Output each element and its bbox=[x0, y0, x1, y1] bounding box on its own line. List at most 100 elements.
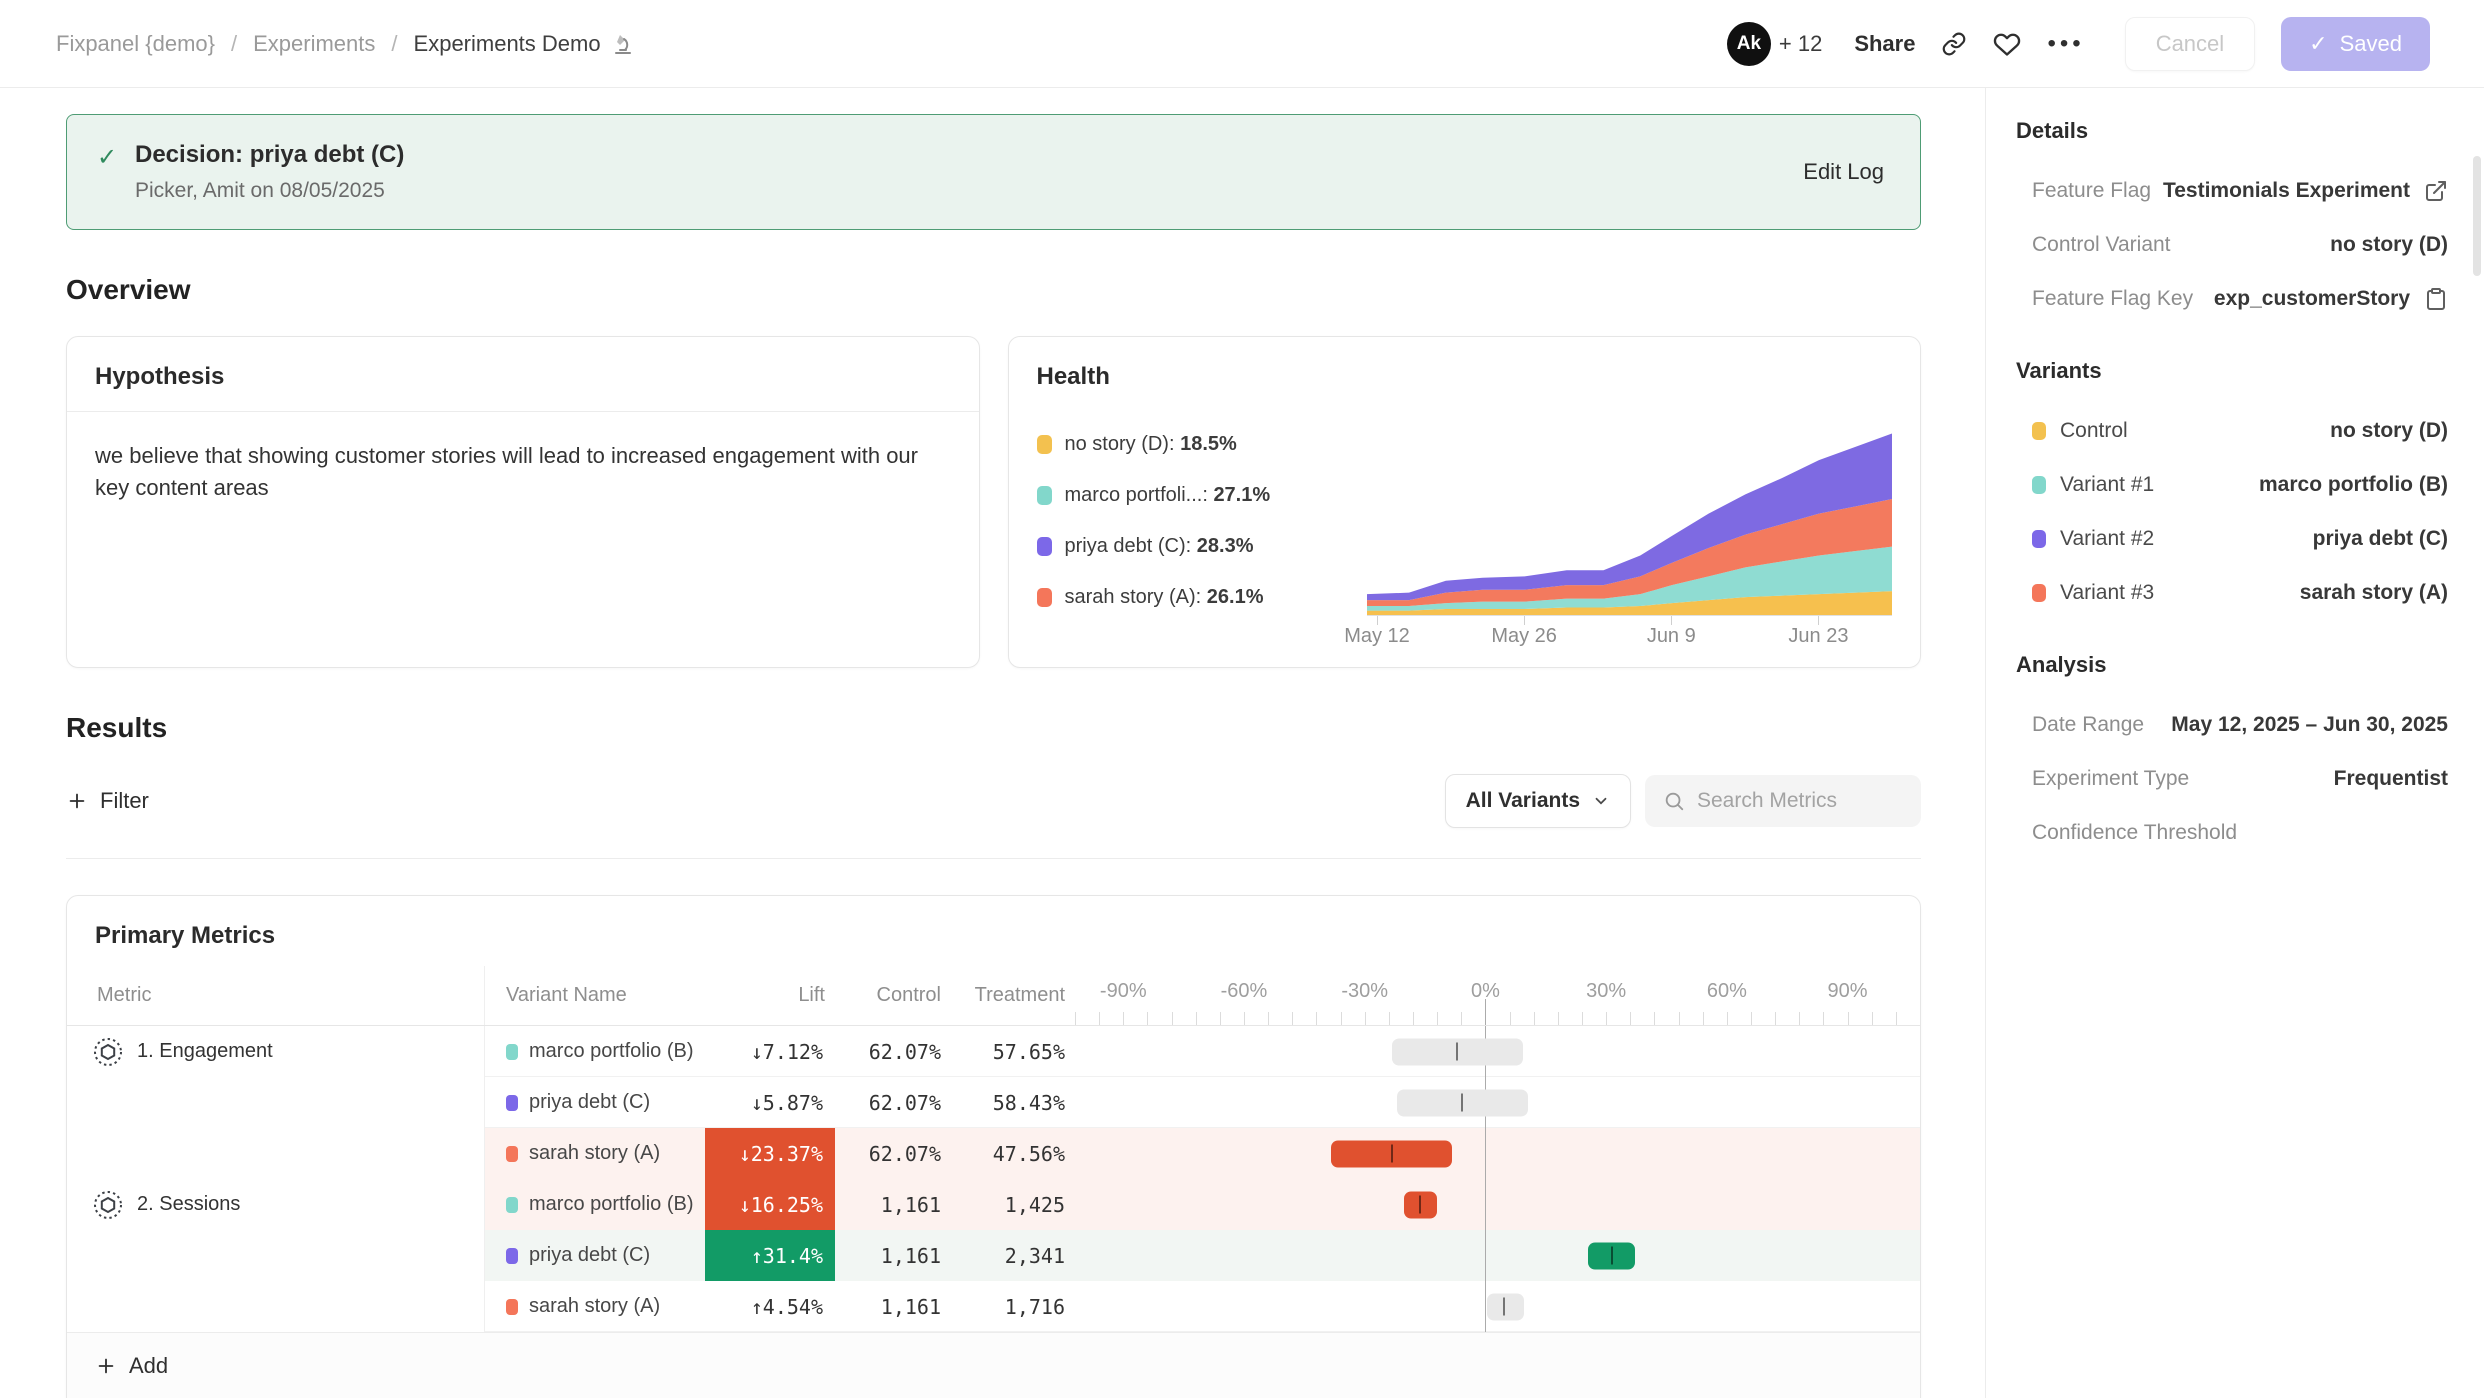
metric-name: 1. Engagement bbox=[137, 1040, 273, 1063]
clipboard-icon[interactable] bbox=[2424, 287, 2448, 311]
sidebar-row-label: Date Range bbox=[2032, 713, 2144, 737]
legend-color-chip bbox=[1037, 435, 1052, 454]
sidebar-value-text: May 12, 2025 – Jun 30, 2025 bbox=[2171, 713, 2448, 737]
axis-minor-tick bbox=[1703, 1012, 1704, 1025]
sidebar-value-text: marco portfolio (B) bbox=[2259, 473, 2448, 497]
variant-name: sarah story (A) bbox=[529, 1295, 660, 1318]
confidence-interval-bar[interactable] bbox=[1404, 1191, 1437, 1218]
legend-label: no story (D): 18.5% bbox=[1065, 433, 1237, 456]
zero-gridline bbox=[1485, 1230, 1486, 1281]
axis-minor-tick bbox=[1099, 1012, 1100, 1025]
sidebar-row: Variant #3sarah story (A) bbox=[2016, 566, 2448, 620]
health-card: Health no story (D): 18.5%marco portfoli… bbox=[1008, 336, 1922, 668]
copy-link-button[interactable] bbox=[1941, 31, 1967, 57]
sidebar-row: Controlno story (D) bbox=[2016, 404, 2448, 458]
variant-color-chip bbox=[506, 1146, 518, 1162]
table-row[interactable]: priya debt (C)↓5.87%62.07%58.43% bbox=[67, 1077, 1920, 1128]
metric-cell: 2. Sessions bbox=[67, 1179, 485, 1230]
col-header-treatment: Treatment bbox=[951, 966, 1075, 1025]
confidence-interval-bar[interactable] bbox=[1392, 1038, 1523, 1065]
breadcrumb-project[interactable]: Fixpanel {demo} bbox=[56, 31, 215, 57]
sidebar-row-value: no story (D) bbox=[2330, 233, 2448, 257]
axis-minor-tick bbox=[1365, 1012, 1366, 1025]
treatment-cell: 2,341 bbox=[951, 1230, 1075, 1281]
hypothesis-body[interactable]: we believe that showing customer stories… bbox=[67, 412, 979, 532]
legend-item: no story (D): 18.5% bbox=[1037, 433, 1367, 456]
chart-x-tick bbox=[1818, 616, 1819, 625]
table-row[interactable]: sarah story (A)↑4.54%1,1611,716 bbox=[67, 1281, 1920, 1332]
axis-minor-tick bbox=[1413, 1012, 1414, 1025]
add-metric-button[interactable]: Add bbox=[95, 1353, 168, 1379]
chart-x-tick-label: May 12 bbox=[1344, 625, 1410, 648]
lift-value: ↓7.12% bbox=[751, 1040, 823, 1064]
variants-dropdown[interactable]: All Variants bbox=[1445, 774, 1631, 828]
sidebar-value-text: Frequentist bbox=[2334, 767, 2448, 791]
check-icon: ✓ bbox=[2309, 31, 2327, 57]
sidebar-row-value: sarah story (A) bbox=[2300, 581, 2448, 605]
confidence-interval-bar[interactable] bbox=[1397, 1089, 1529, 1116]
favorite-button[interactable] bbox=[1993, 30, 2021, 58]
cancel-button[interactable]: Cancel bbox=[2125, 17, 2255, 71]
variant-cell: priya debt (C) bbox=[485, 1230, 705, 1281]
search-metrics-input[interactable] bbox=[1697, 789, 1903, 813]
divider bbox=[66, 858, 1921, 859]
decision-title: Decision: priya debt (C) bbox=[135, 141, 1797, 169]
metric-cell bbox=[67, 1281, 485, 1332]
chart-x-tick-label: May 26 bbox=[1491, 625, 1557, 648]
chart-x-tick-label: Jun 9 bbox=[1647, 625, 1696, 648]
variant-color-chip bbox=[2032, 422, 2046, 440]
table-row[interactable]: 1. Engagementmarco portfolio (B)↓7.12%62… bbox=[67, 1026, 1920, 1077]
variant-color-chip bbox=[506, 1095, 518, 1111]
edit-log-button[interactable]: Edit Log bbox=[1797, 159, 1890, 185]
scrollbar-thumb[interactable] bbox=[2473, 156, 2481, 276]
sidebar-row-label: Feature Flag bbox=[2032, 179, 2151, 203]
details-sidebar: DetailsFeature FlagTestimonials Experime… bbox=[1985, 88, 2484, 1398]
metrics-table-header: Metric Variant Name Lift Control Treatme… bbox=[67, 966, 1920, 1026]
control-cell: 62.07% bbox=[835, 1077, 951, 1128]
sidebar-row: Date Range May 12, 2025 – Jun 30, 2025 bbox=[2016, 698, 2448, 752]
share-button[interactable]: Share bbox=[1854, 31, 1915, 57]
confidence-interval-bar[interactable] bbox=[1331, 1140, 1452, 1167]
breadcrumb-section[interactable]: Experiments bbox=[253, 31, 375, 57]
control-cell: 62.07% bbox=[835, 1026, 951, 1077]
metric-cell: 1. Engagement bbox=[67, 1026, 485, 1077]
ci-point-estimate-tick bbox=[1419, 1196, 1421, 1214]
saved-button[interactable]: ✓ Saved bbox=[2281, 17, 2430, 71]
zero-gridline bbox=[1485, 1179, 1486, 1230]
decision-subtitle: Picker, Amit on 08/05/2025 bbox=[135, 179, 1797, 203]
sidebar-section-heading: Variants bbox=[2016, 358, 2448, 384]
avatar[interactable]: Ak bbox=[1727, 22, 1771, 66]
lift-value: ↑31.4% bbox=[751, 1244, 823, 1268]
confidence-interval-bar[interactable] bbox=[1588, 1242, 1635, 1269]
lift-cell: ↓7.12% bbox=[705, 1026, 835, 1077]
add-filter-button[interactable]: Filter bbox=[66, 788, 149, 814]
axis-minor-tick bbox=[1799, 1012, 1800, 1025]
axis-label: 30% bbox=[1586, 980, 1626, 1003]
sidebar-value-text: priya debt (C) bbox=[2313, 527, 2448, 551]
sidebar-row-value: May 12, 2025 – Jun 30, 2025 bbox=[2171, 713, 2448, 737]
control-cell: 62.07% bbox=[835, 1128, 951, 1179]
hypothesis-card: Hypothesis we believe that showing custo… bbox=[66, 336, 980, 668]
search-metrics-box[interactable] bbox=[1645, 775, 1921, 827]
treatment-value: 2,341 bbox=[1005, 1244, 1065, 1268]
avatar-group[interactable]: Ak + 12 bbox=[1727, 22, 1822, 66]
sidebar-row-value: marco portfolio (B) bbox=[2259, 473, 2448, 497]
metric-goal-icon bbox=[93, 1037, 123, 1067]
results-toolbar: Filter All Variants bbox=[66, 774, 1921, 828]
axis-minor-tick bbox=[1920, 1012, 1921, 1025]
more-options-button[interactable]: ••• bbox=[2047, 30, 2084, 58]
chart-x-tick bbox=[1524, 616, 1525, 625]
chevron-down-icon bbox=[1592, 792, 1610, 810]
table-row[interactable]: sarah story (A)↓23.37%62.07%47.56% bbox=[67, 1128, 1920, 1179]
confidence-interval-bar[interactable] bbox=[1487, 1293, 1524, 1320]
table-row[interactable]: 2. Sessionsmarco portfolio (B)↓16.25%1,1… bbox=[67, 1179, 1920, 1230]
lift-value: ↑4.54% bbox=[751, 1295, 823, 1319]
avatar-overflow-count[interactable]: + 12 bbox=[1779, 31, 1822, 57]
treatment-cell: 57.65% bbox=[951, 1026, 1075, 1077]
health-title: Health bbox=[1009, 337, 1921, 411]
external-link-icon[interactable] bbox=[2424, 179, 2448, 203]
main-content: ✓ Decision: priya debt (C) Picker, Amit … bbox=[0, 88, 1985, 1398]
table-row[interactable]: priya debt (C)↑31.4%1,1612,341 bbox=[67, 1230, 1920, 1281]
variant-name: priya debt (C) bbox=[529, 1091, 650, 1114]
sidebar-value-text: Testimonials Experiment bbox=[2163, 179, 2410, 203]
